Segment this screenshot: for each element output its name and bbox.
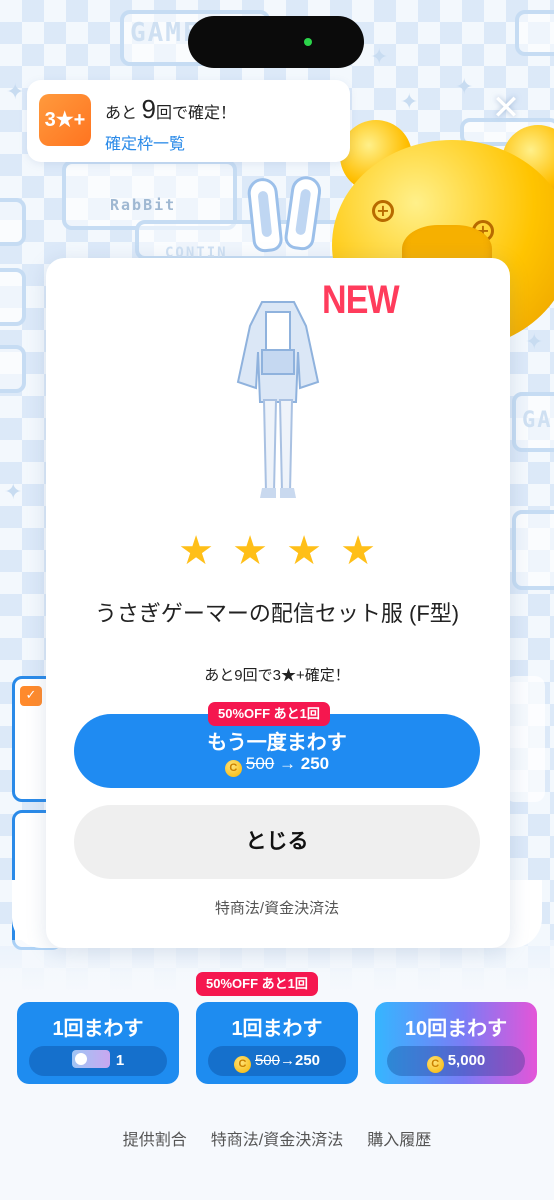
footer-links: 提供割合 特商法/資金決済法 購入履歴: [0, 1126, 554, 1150]
sparkle-icon: ✦: [4, 480, 23, 505]
ticket-count: 1: [29, 1046, 167, 1076]
sparkle-icon: ✦: [6, 80, 25, 105]
guarantee-text: あと9回で3★+確定！: [204, 667, 350, 684]
sparkle-icon: ✦: [370, 45, 389, 70]
ten-spin-button[interactable]: 10回まわす C 5,000: [375, 1002, 537, 1084]
spin-again-price: C 500 → 250: [74, 754, 480, 777]
rarity-stars: ★ ★ ★ ★: [0, 528, 554, 574]
single-spin-label: 1回まわす: [231, 1018, 323, 1040]
modal-law-link[interactable]: 特商法/資金決済法: [0, 897, 554, 918]
ten-spin-price: C 5,000: [387, 1046, 525, 1076]
bg-game-frame-right: [515, 10, 554, 56]
bg-left-tile-3: [0, 345, 26, 393]
coin-icon: C: [224, 760, 242, 777]
discount-tag: 50%OFF あと1回: [208, 702, 330, 726]
bg-item-card-right: [505, 676, 545, 802]
dynamic-island: [188, 16, 364, 68]
ticket-icon: [71, 1050, 110, 1068]
remaining-count: 9: [141, 94, 156, 124]
check-icon: ✓: [20, 686, 42, 706]
close-button[interactable]: とじる: [74, 805, 480, 879]
law-link[interactable]: 特商法/資金決済法: [211, 1126, 343, 1150]
spin-again-label: もう一度まわす: [207, 732, 347, 754]
ten-spin-label: 10回まわす: [404, 1018, 508, 1040]
coin-icon: C: [426, 1056, 444, 1073]
rarity-badge: 3★+: [39, 94, 91, 146]
ticket-spin-button[interactable]: 1回まわす 1: [17, 1002, 179, 1084]
bg-rabbit-text: RabBit: [110, 196, 177, 214]
single-spin-price: C 500→250: [208, 1046, 346, 1076]
item-name: うさぎゲーマーの配信セット服 (F型): [94, 601, 460, 626]
guarantee-list-link[interactable]: 確定枠一覧: [105, 130, 185, 154]
bg-left-tile-2: [0, 268, 26, 326]
rates-link[interactable]: 提供割合: [123, 1126, 187, 1150]
purchase-history-link[interactable]: 購入履歴: [367, 1126, 431, 1150]
star-icon: ★: [232, 528, 268, 574]
outfit-image: [236, 301, 320, 498]
ticket-spin-label: 1回まわす: [52, 1018, 144, 1040]
bottom-discount-tag: 50%OFF あと1回: [196, 972, 318, 996]
bg-game-text-2: GA: [522, 408, 553, 433]
star-icon: ★: [340, 528, 376, 574]
star-icon: ★: [286, 528, 322, 574]
star-icon: ★: [178, 528, 214, 574]
sparkle-icon: ✦: [400, 90, 419, 115]
guarantee-countdown: あと 9回で確定！: [105, 94, 236, 124]
single-spin-button[interactable]: 1回まわす C 500→250: [196, 1002, 358, 1084]
guarantee-banner: 3★+ あと 9回で確定！ 確定枠一覧: [27, 80, 350, 162]
coin-icon: C: [233, 1056, 251, 1073]
bg-left-tile-1: [0, 198, 26, 246]
close-icon[interactable]: ✕: [488, 90, 524, 126]
sparkle-icon: ✦: [455, 75, 474, 100]
bunny-ear-left: [246, 176, 284, 254]
